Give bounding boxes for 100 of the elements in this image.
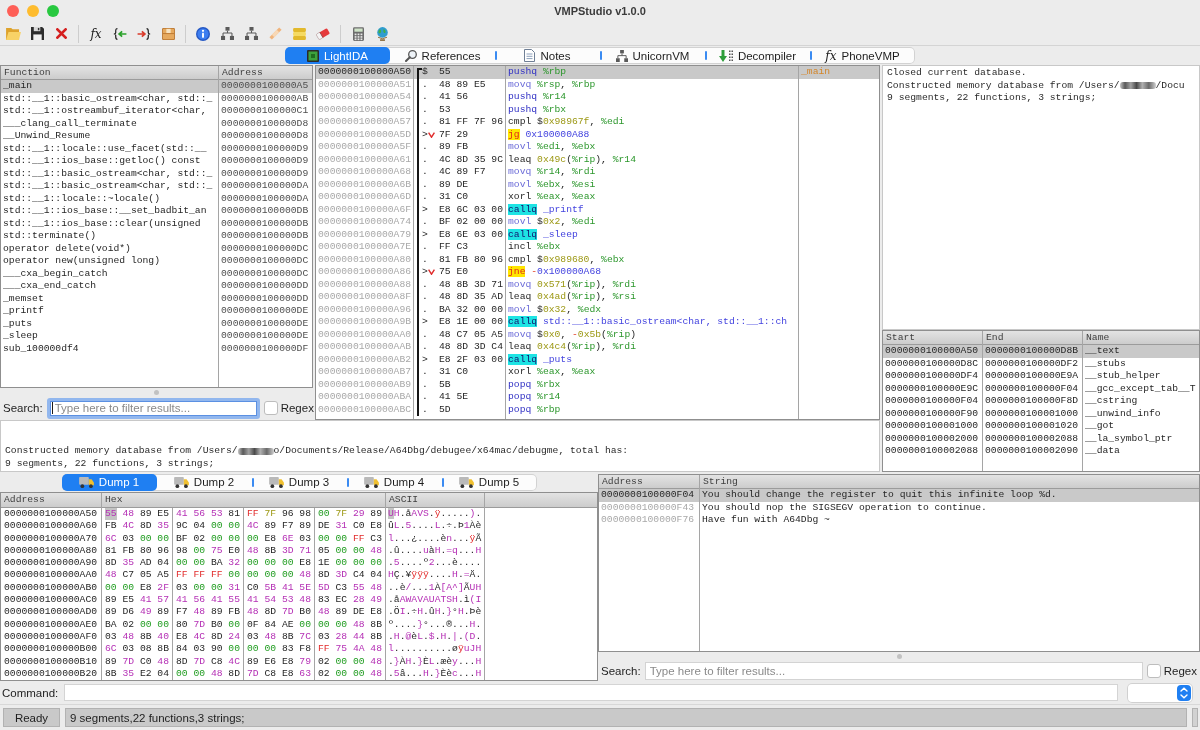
hex-byte[interactable]: 4C — [247, 520, 259, 533]
hex-byte[interactable]: 00 — [122, 581, 135, 595]
hex-byte[interactable]: 00 — [281, 569, 294, 582]
hex-byte[interactable]: 05 — [318, 544, 330, 558]
instruction-text[interactable]: popq %rbx — [506, 378, 798, 391]
segment-end[interactable]: 0000000100002088 — [983, 432, 1082, 445]
tab[interactable]: Dump 5 — [441, 473, 537, 491]
hex-byte[interactable]: C8 — [264, 667, 277, 680]
segment-name[interactable]: __stub_helper — [1083, 370, 1199, 383]
hex-byte[interactable]: 81 — [105, 544, 117, 558]
function-name[interactable]: std::__1::ios_base::getloc() const — [1, 155, 218, 168]
hex-byte[interactable]: 08 — [139, 643, 152, 656]
box-icon[interactable] — [161, 27, 175, 40]
instruction-text[interactable]: callq _sleep — [506, 228, 798, 241]
segment-name[interactable]: __stubs — [1083, 357, 1199, 370]
hex-byte[interactable]: 89 — [264, 520, 277, 533]
hex-byte[interactable]: AE — [281, 618, 294, 631]
segment-name[interactable]: __gcc_except_tab__T — [1083, 382, 1199, 395]
hex-byte[interactable]: 00 — [264, 557, 277, 570]
hex-byte[interactable]: 63 — [299, 667, 311, 680]
hex-byte[interactable]: F7 — [176, 606, 188, 619]
instruction-text[interactable]: popq %rbp — [506, 403, 798, 416]
hex-byte[interactable]: 79 — [299, 655, 311, 668]
segment-start[interactable]: 0000000100000E9C — [883, 382, 982, 395]
hex-byte[interactable]: 00 — [157, 532, 169, 545]
hex-byte[interactable]: 7D — [122, 655, 135, 668]
splitter-handle[interactable] — [154, 389, 159, 395]
hex-byte[interactable]: 24 — [228, 630, 240, 644]
string-address[interactable]: 0000000100000F04 — [599, 489, 699, 502]
function-name[interactable]: _memset — [1, 292, 218, 305]
tab[interactable]: Dump 1 — [61, 473, 157, 491]
instruction-text[interactable]: jg 0x100000A88 — [506, 128, 798, 141]
hex-byte[interactable]: 00 — [193, 581, 206, 595]
hex-byte[interactable]: 00 — [228, 643, 240, 656]
function-address[interactable]: 0000000100000DA — [219, 192, 312, 205]
instruction-text[interactable]: popq %r14 — [506, 391, 798, 404]
hex-byte[interactable]: 31 — [335, 520, 348, 533]
hex-byte[interactable]: 96 — [281, 508, 294, 521]
instruction-text[interactable]: movl %ebx, %esi — [506, 178, 798, 191]
hex-byte[interactable]: 6E — [281, 532, 294, 545]
function-name[interactable]: std::terminate() — [1, 230, 218, 243]
function-address[interactable]: 0000000100000DC — [219, 267, 312, 280]
function-address[interactable]: 0000000100000A5 — [219, 80, 312, 93]
instruction-text[interactable]: cmpl $0x98967f, %edi — [506, 116, 798, 129]
hex-byte[interactable]: F7 — [281, 520, 294, 533]
size-grip[interactable] — [1192, 708, 1198, 727]
hex-byte[interactable]: 57 — [157, 594, 169, 607]
function-address[interactable]: 0000000100000D9 — [219, 142, 312, 155]
segment-end[interactable]: 0000000100000DF2 — [983, 357, 1082, 370]
hex-byte[interactable]: 7D — [193, 618, 206, 631]
segment-start[interactable]: 0000000100001000 — [883, 420, 982, 433]
segment-start[interactable]: 0000000100000F90 — [883, 407, 982, 420]
hex-byte[interactable]: 4C — [193, 630, 206, 644]
string-text[interactable]: You should nop the SIGSEGV operation to continue. — [700, 501, 1199, 514]
segment-name[interactable]: __la_symbol_ptr — [1083, 432, 1199, 445]
hex-byte[interactable]: 80 — [139, 544, 152, 558]
instruction-text[interactable]: xorl %eax, %eax — [506, 191, 798, 204]
hex-byte[interactable]: 89 — [139, 508, 152, 521]
function-address[interactable]: 0000000100000DC — [219, 255, 312, 268]
hex-byte[interactable]: 02 — [318, 667, 330, 680]
function-address[interactable]: 0000000100000DB — [219, 205, 312, 218]
hex-byte[interactable]: 89 — [105, 655, 117, 668]
function-name[interactable]: std::__1::basic_ostream<char, std::_ — [1, 92, 218, 105]
hex-byte[interactable]: 41 — [210, 594, 223, 607]
hex-byte[interactable]: 00 — [139, 618, 152, 631]
function-name[interactable]: std::__1::locale::use_facet(std::__ — [1, 142, 218, 155]
hex-byte[interactable]: 7C — [299, 630, 311, 644]
tab[interactable]: References — [390, 47, 495, 64]
eraser-icon[interactable] — [316, 27, 330, 40]
instruction-text[interactable]: callq std::__1::basic_ostream<char, std::__1::ch — [506, 316, 798, 329]
hex-byte[interactable]: 8B — [264, 544, 277, 558]
hex-byte[interactable]: D6 — [122, 606, 135, 619]
instruction-text[interactable]: movl %edi, %ebx — [506, 141, 798, 154]
hex-byte[interactable]: 8D — [176, 655, 188, 668]
hex-byte[interactable]: 48 — [370, 544, 382, 558]
hex-byte[interactable]: DE — [352, 606, 365, 619]
hex-byte[interactable]: 00 — [352, 544, 365, 558]
hex-byte[interactable]: 75 — [210, 544, 223, 558]
close-icon[interactable] — [55, 28, 67, 39]
segment-name[interactable]: __cstring — [1083, 395, 1199, 408]
hex-byte[interactable]: 29 — [352, 508, 365, 521]
hex-byte[interactable]: 48 — [370, 643, 382, 656]
instruction-text[interactable]: pushq %rbx — [506, 103, 798, 116]
hex-byte[interactable]: 90 — [210, 643, 223, 656]
hex-byte[interactable]: 49 — [370, 594, 382, 607]
hex-byte[interactable]: E8 — [370, 606, 382, 619]
hex-byte[interactable]: 48 — [370, 655, 382, 668]
hex-byte[interactable]: FB — [122, 544, 135, 558]
hex-byte[interactable]: 89 — [370, 508, 382, 521]
hex-byte[interactable]: 9C — [176, 520, 188, 533]
instruction-text[interactable]: xorl %eax, %eax — [506, 366, 798, 379]
segment-end[interactable]: 0000000100000D8B — [983, 345, 1082, 358]
hex-byte[interactable]: 00 — [193, 544, 206, 558]
function-name[interactable]: std::__1::basic_ostream<char, std::_ — [1, 167, 218, 180]
instruction-text[interactable]: leaq 0x4ad(%rip), %rsi — [506, 291, 798, 304]
function-name[interactable]: __Unwind_Resume — [1, 130, 218, 143]
hex-byte[interactable]: 2F — [157, 581, 169, 595]
hex-byte[interactable]: 56 — [193, 594, 206, 607]
regex-label[interactable]: Regex — [1163, 664, 1197, 677]
hex-byte[interactable]: 48 — [264, 630, 277, 644]
